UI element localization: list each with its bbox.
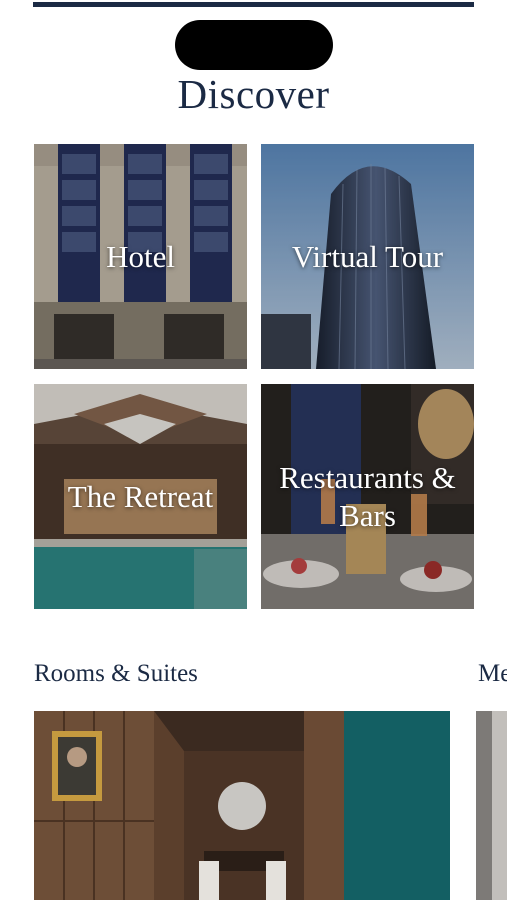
tile-the-retreat-label: The Retreat — [67, 478, 214, 514]
page-title: Discover — [177, 71, 330, 117]
next-card-image — [476, 711, 507, 900]
top-divider — [33, 2, 474, 7]
room-card[interactable] — [34, 711, 450, 900]
tile-virtual-tour[interactable]: Virtual Tour — [261, 144, 474, 369]
tile-hotel-label: Hotel — [106, 238, 175, 274]
room-image — [34, 711, 450, 900]
tile-the-retreat[interactable]: The Retreat — [34, 384, 247, 609]
tile-hotel[interactable]: Hotel — [34, 144, 247, 369]
tile-restaurants-bars-label: Restaurants & Bars — [279, 459, 456, 533]
tile-restaurants-bars[interactable]: Restaurants & Bars — [261, 384, 474, 609]
camera-notch — [175, 20, 333, 70]
rooms-suites-heading[interactable]: Rooms & Suites — [34, 660, 198, 688]
next-section-heading[interactable]: Me — [478, 660, 507, 688]
next-card[interactable] — [476, 711, 507, 900]
tile-virtual-tour-label: Virtual Tour — [291, 238, 444, 274]
